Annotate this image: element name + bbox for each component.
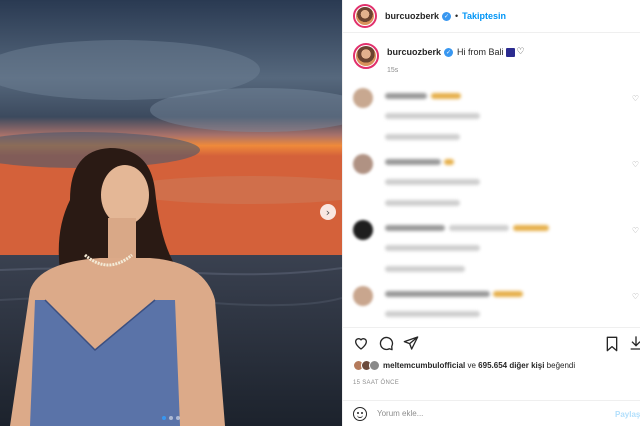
comment-text	[449, 225, 509, 231]
comment-text	[431, 93, 461, 99]
carousel-dots	[0, 416, 342, 420]
comment-avatar[interactable]	[353, 220, 373, 240]
author-avatar[interactable]	[353, 4, 377, 28]
like-button[interactable]	[353, 335, 369, 351]
comment-avatar[interactable]	[353, 88, 373, 108]
post-comment-button[interactable]: Paylaş	[615, 410, 640, 419]
comment-input[interactable]	[377, 409, 597, 418]
comment-username	[385, 93, 427, 99]
post-caption: burcuozberk ✓ Hi from Bali ♡ 15s	[343, 33, 640, 83]
caption-username[interactable]: burcuozberk	[387, 47, 441, 57]
share-button[interactable]	[403, 335, 419, 351]
likes-connector: ve	[467, 361, 476, 370]
heart-emoji-icon: ♡	[516, 47, 525, 57]
likes-count[interactable]: 695.654 diğer kişi	[478, 361, 544, 370]
comment-item: ♡	[343, 154, 640, 220]
smile-icon[interactable]	[353, 406, 367, 421]
comment-item: ♡	[343, 220, 640, 286]
post-sidebar: burcuozberk ✓ • Takiptesin burcuozberk ✓…	[342, 0, 640, 426]
comment-meta	[385, 311, 480, 317]
carousel-dot	[176, 416, 180, 420]
comment-username	[385, 291, 490, 297]
comment-text	[493, 291, 523, 297]
comment-item: ♡	[343, 286, 640, 326]
liked-by-username[interactable]: meltemcumbulofficial	[383, 361, 465, 370]
comment-emoji	[513, 225, 549, 231]
chevron-right-icon: ›	[325, 205, 331, 219]
caption-timestamp[interactable]: 15s	[387, 67, 525, 74]
post-actions	[343, 327, 640, 357]
carousel-next-button[interactable]: ›	[320, 204, 336, 220]
comments-list: ♡ ♡ ♡ ♡	[343, 88, 640, 326]
comment-avatar[interactable]	[353, 286, 373, 306]
comment-replies	[385, 200, 460, 206]
add-comment-bar: Paylaş	[343, 400, 640, 426]
comment-button[interactable]	[378, 335, 394, 351]
comment-meta	[385, 179, 480, 185]
photo-image	[0, 0, 342, 426]
comment-username	[385, 225, 445, 231]
comment-text	[444, 159, 454, 165]
emoji-icon	[505, 47, 515, 57]
comment-like-heart-icon[interactable]: ♡	[632, 94, 639, 103]
caption-text: Hi from Bali	[457, 47, 504, 57]
verified-badge-icon: ✓	[444, 47, 454, 57]
comment-icon	[379, 336, 394, 350]
post-photo[interactable]: ›	[0, 0, 342, 426]
following-button[interactable]: Takiptesin	[462, 11, 506, 21]
author-username[interactable]: burcuozberk	[385, 11, 439, 21]
comment-avatar[interactable]	[353, 154, 373, 174]
comment-meta	[385, 245, 480, 251]
heart-icon	[354, 337, 368, 350]
separator: •	[455, 11, 459, 21]
caption-avatar[interactable]	[353, 43, 379, 69]
comment-like-heart-icon[interactable]: ♡	[632, 226, 639, 235]
download-icon	[630, 336, 640, 350]
download-button[interactable]	[629, 335, 640, 351]
comment-like-heart-icon[interactable]: ♡	[632, 292, 639, 301]
post-header: burcuozberk ✓ • Takiptesin	[343, 0, 640, 33]
likes-text: meltemcumbulofficial ve 695.654 diğer ki…	[383, 361, 575, 370]
comment-username	[385, 159, 441, 165]
verified-badge-icon: ✓	[442, 11, 452, 21]
comment-item: ♡	[343, 88, 640, 154]
comment-meta	[385, 113, 480, 119]
carousel-dot	[162, 416, 166, 420]
comment-like-heart-icon[interactable]: ♡	[632, 160, 639, 169]
carousel-dot	[169, 416, 173, 420]
liker-avatar[interactable]	[369, 360, 380, 371]
share-icon	[403, 335, 419, 350]
save-button[interactable]	[605, 336, 619, 352]
likes-suffix: beğendi	[546, 361, 576, 370]
comment-replies	[385, 266, 465, 272]
comment-replies	[385, 134, 460, 140]
post-timestamp[interactable]: 15 SAAT ÖNCE	[353, 380, 399, 386]
likes-summary: meltemcumbulofficial ve 695.654 diğer ki…	[353, 360, 575, 371]
bookmark-icon	[606, 336, 618, 352]
